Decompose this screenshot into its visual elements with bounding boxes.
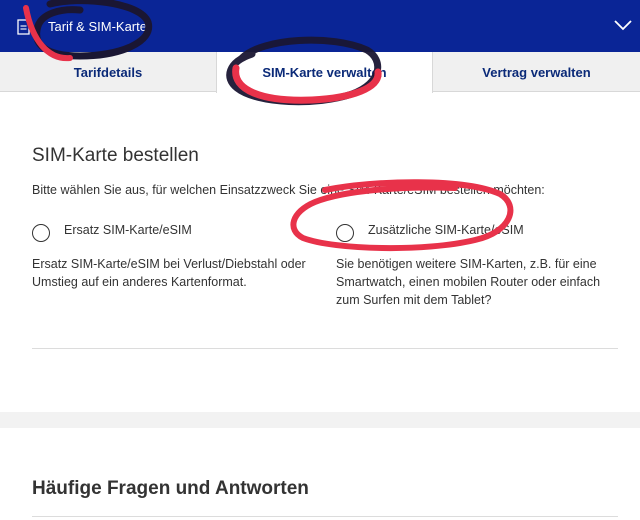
radio-ersatz-sim[interactable] (32, 224, 50, 242)
tab-bar: Tarifdetails SIM-Karte verwalten Vertrag… (0, 52, 640, 93)
tab-sim-karte-verwalten[interactable]: SIM-Karte verwalten (216, 52, 433, 93)
option-description-ersatz: Ersatz SIM-Karte/eSIM bei Verlust/Diebst… (32, 257, 306, 289)
faq-title: Häufige Fragen und Antworten (32, 478, 309, 499)
option-label-ersatz[interactable]: Ersatz SIM-Karte/eSIM (64, 223, 192, 237)
section-title: SIM-Karte bestellen (32, 145, 199, 166)
tab-vertrag-verwalten[interactable]: Vertrag verwalten (433, 52, 640, 92)
radio-zusaetzliche-sim[interactable] (336, 224, 354, 242)
intro-text: Bitte wählen Sie aus, für welchen Einsat… (32, 183, 545, 197)
option-label-zusaetzliche[interactable]: Zusätzliche SIM-Karte/eSIM (368, 223, 524, 237)
document-icon (17, 19, 30, 35)
header-bar[interactable]: Tarif & SIM-Karte (0, 0, 640, 52)
tab-tarifdetails[interactable]: Tarifdetails (0, 52, 216, 92)
option-description-zusaetzliche: Sie benötigen weitere SIM-Karten, z.B. f… (336, 257, 601, 307)
faq-divider (32, 516, 618, 517)
divider (32, 348, 618, 349)
header-title: Tarif & SIM-Karte (48, 19, 147, 34)
chevron-down-icon[interactable] (614, 19, 632, 31)
section-separator (0, 412, 640, 428)
